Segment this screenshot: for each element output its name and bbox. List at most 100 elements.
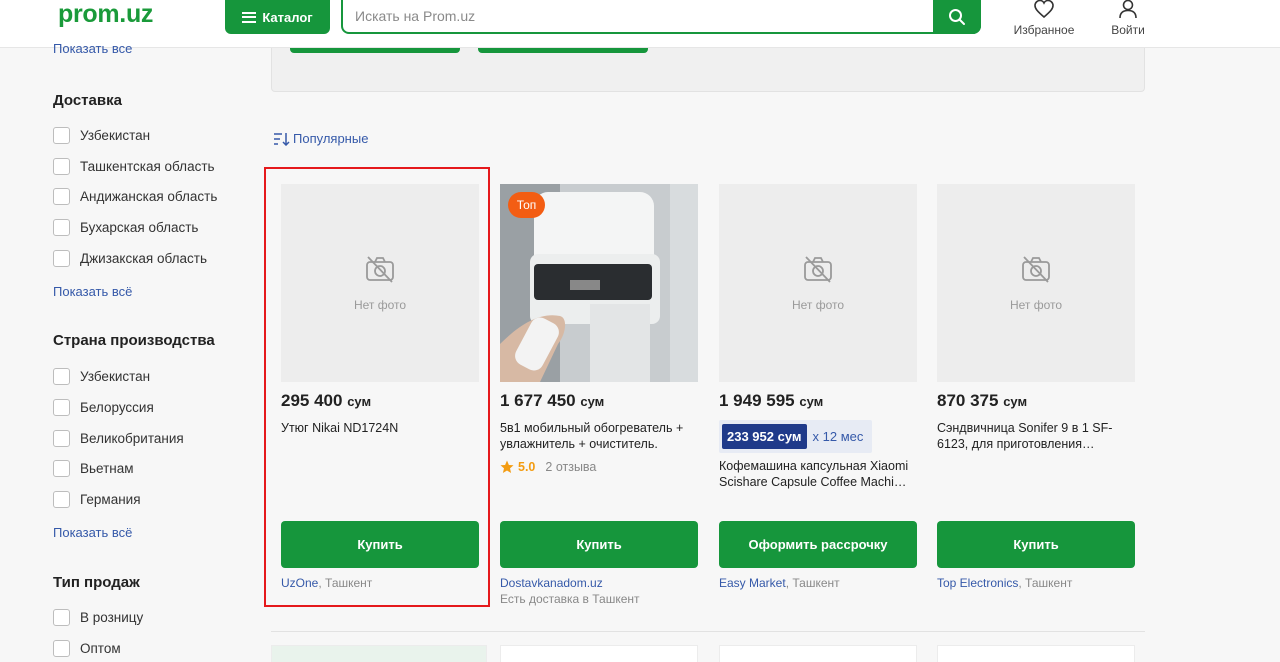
price-currency: сум [1003,394,1028,409]
reviews-link[interactable]: 2 отзыва [545,460,596,474]
logo[interactable]: prom.uz [58,0,153,28]
search-icon [949,9,965,25]
checkbox[interactable] [53,157,70,175]
heart-icon [1034,0,1054,18]
filter-option[interactable]: В розницу [53,608,143,626]
next-product-card[interactable] [271,645,487,662]
checkbox[interactable] [53,398,70,416]
next-product-card[interactable] [500,645,698,662]
checkbox[interactable] [53,490,70,508]
applied-filters-box [271,48,1145,92]
sort-icon [274,132,290,146]
seller-link[interactable]: Top Electronics [937,576,1018,590]
checkbox[interactable] [53,639,70,657]
search-button[interactable] [933,0,981,34]
filter-pill[interactable] [478,48,648,53]
filter-option[interactable]: Джизакская область [53,249,207,267]
checkbox[interactable] [53,249,70,267]
no-photo-icon [1022,256,1050,283]
price-value: 870 375 [937,391,999,410]
installment-badge[interactable]: 233 952 сум x 12 мес [719,420,873,453]
buy-button[interactable]: Купить [500,521,698,568]
product-price: 1 949 595 сум [719,391,823,411]
seller-city: , Ташкент [785,576,840,590]
filter-option[interactable]: Бухарская область [53,218,198,236]
product-price: 1 677 450 сум [500,391,604,411]
login-link[interactable]: Войти [1106,0,1150,37]
filter-option-label: Андижанская область [80,188,218,204]
checkbox[interactable] [53,367,70,385]
filter-option[interactable]: Великобритания [53,429,184,447]
product-card: Нет фото 870 375 сум Сэндвичница Sonifer… [937,184,1135,590]
filter-option-label: Германия [80,491,141,507]
product-image-placeholder[interactable]: Нет фото [719,184,917,382]
catalog-button-label: Каталог [262,9,313,25]
filter-option-label: Бухарская область [80,219,199,235]
next-product-card[interactable] [937,645,1135,662]
price-currency: сум [799,394,824,409]
product-image[interactable]: Топ [500,184,698,382]
product-title[interactable]: Сэндвичница Sonifer 9 в 1 SF-6123, для п… [937,420,1135,452]
seller-info: Dostavkanadom.uz [500,576,603,590]
installment-months: x 12 мес [812,429,864,444]
installment-button[interactable]: Оформить рассрочку [719,521,917,568]
delivery-note: Есть доставка в Ташкент [500,592,640,606]
filter-option[interactable]: Оптом [53,639,121,657]
checkbox[interactable] [53,429,70,447]
favorites-link[interactable]: Избранное [1010,0,1078,37]
product-price: 870 375 сум [937,391,1027,411]
filter-title-delivery: Доставка [53,92,122,109]
filter-option[interactable]: Ташкентская область [53,157,215,175]
star-icon [500,460,514,473]
product-title[interactable]: Кофемашина капсульная Xiaomi Scishare Ca… [719,458,917,490]
filter-title-country: Страна производства [53,332,215,349]
product-image-placeholder[interactable]: Нет фото [937,184,1135,382]
filter-option-label: Ташкентская область [80,158,215,174]
header: prom.uz Каталог Избранное Войти [0,0,1280,48]
sort-dropdown[interactable]: Популярные [274,131,368,146]
show-all-link[interactable]: Показать всё [53,284,132,299]
buy-button[interactable]: Купить [937,521,1135,568]
filter-option[interactable]: Вьетнам [53,459,134,477]
filter-pill[interactable] [290,48,460,53]
seller-link[interactable]: Easy Market [719,576,786,590]
price-value: 1 949 595 [719,391,795,410]
product-title[interactable]: 5в1 мобильный обогреватель + увлажнитель… [500,420,698,452]
seller-info: Easy Market, Ташкент [719,576,840,590]
catalog-button[interactable]: Каталог [225,0,330,34]
filter-option-label: Узбекистан [80,127,151,143]
filter-option-label: В розницу [80,609,144,625]
filter-option[interactable]: Германия [53,490,141,508]
filter-option-label: Оптом [80,640,121,656]
filter-option-label: Белоруссия [80,399,154,415]
next-product-card[interactable] [719,645,917,662]
search-input[interactable] [355,8,915,24]
filter-title-sale-type: Тип продаж [53,574,140,591]
checkbox[interactable] [53,608,70,626]
filter-option[interactable]: Узбекистан [53,367,150,385]
filter-option[interactable]: Андижанская область [53,187,217,205]
menu-icon [242,11,257,23]
filter-option-label: Узбекистан [80,368,151,384]
no-photo-text: Нет фото [1009,298,1063,312]
show-all-link[interactable]: Показать все [53,41,132,56]
seller-link[interactable]: Dostavkanadom.uz [500,576,603,590]
filter-option[interactable]: Узбекистан [53,126,150,144]
checkbox[interactable] [53,187,70,205]
top-badge: Топ [508,192,545,218]
no-photo-icon [804,256,832,283]
checkbox[interactable] [53,126,70,144]
login-label: Войти [1111,23,1145,37]
price-value: 1 677 450 [500,391,576,410]
selection-highlight [264,167,490,607]
filter-option[interactable]: Белоруссия [53,398,154,416]
favorites-label: Избранное [1013,23,1075,37]
search-bar [341,0,981,34]
no-photo-text: Нет фото [791,298,845,312]
price-currency: сум [580,394,605,409]
checkbox[interactable] [53,459,70,477]
show-all-link[interactable]: Показать всё [53,525,132,540]
filter-option-label: Джизакская область [80,250,207,266]
rating-value: 5.0 [518,460,536,474]
checkbox[interactable] [53,218,70,236]
